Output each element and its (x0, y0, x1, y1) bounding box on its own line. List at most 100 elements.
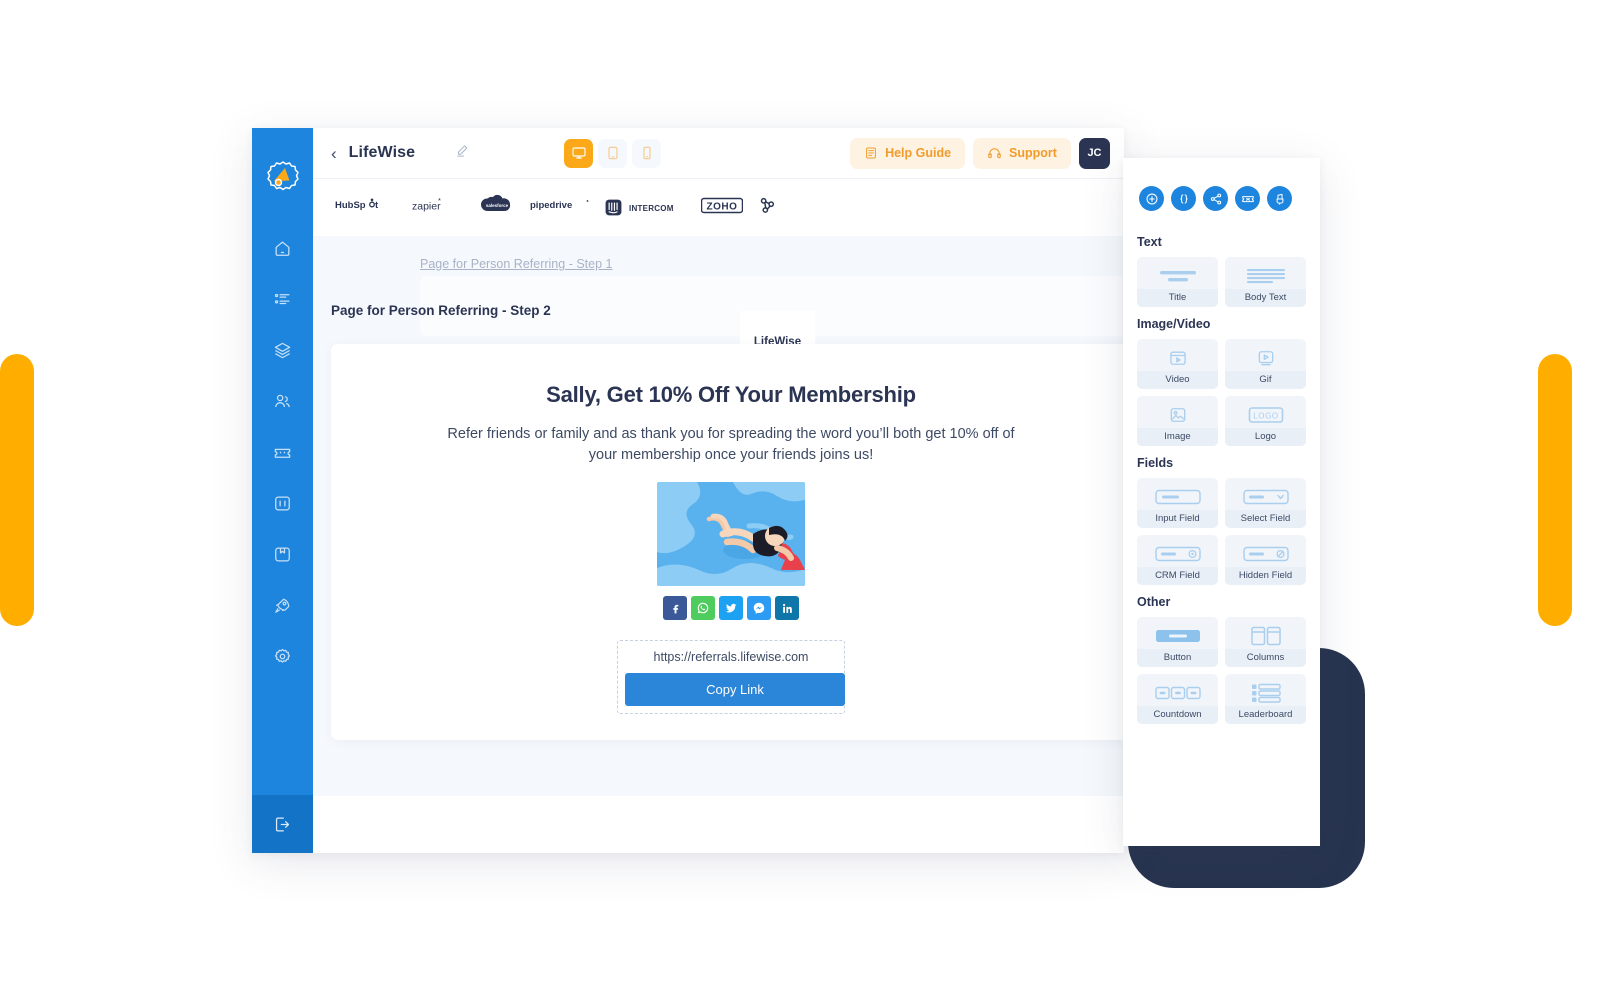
book-icon (866, 147, 876, 159)
integration-pipedrive[interactable]: pipedrive (530, 197, 590, 218)
gif-glyph-icon (1256, 347, 1276, 369)
component-button[interactable]: Button (1137, 617, 1218, 667)
sidebar-item-analytics[interactable] (261, 481, 305, 525)
device-mobile-button[interactable] (632, 138, 662, 168)
sidebar-item-settings[interactable] (261, 634, 305, 678)
component-hidden-field-label: Hidden Field (1225, 567, 1306, 585)
component-gif-label: Gif (1225, 371, 1306, 389)
share-linkedin-button[interactable] (775, 596, 799, 621)
intercom-logo-icon (605, 199, 622, 216)
integration-hubspot[interactable]: HubSp t (335, 196, 398, 219)
component-body-text[interactable]: Body Text (1225, 257, 1306, 307)
component-hidden-field[interactable]: Hidden Field (1225, 535, 1306, 585)
section-title-other: Other (1137, 595, 1171, 609)
device-tablet-button[interactable] (598, 138, 628, 168)
zapier-logo-icon: zapier * (412, 196, 441, 213)
component-title[interactable]: Title (1137, 257, 1218, 307)
coupon-icon (1241, 195, 1254, 202)
app-window: ‹ LifeWise Help Guide Support JC HubSp t… (252, 128, 1124, 853)
component-input-field-label: Input Field (1137, 510, 1218, 528)
section-title-text: Text (1137, 235, 1162, 249)
offer-body: Refer friends or family and as thank you… (447, 426, 1015, 464)
avatar[interactable]: JC (1078, 137, 1110, 169)
component-countdown[interactable]: Countdown (1137, 674, 1218, 724)
device-desktop-button[interactable] (564, 138, 594, 168)
sidebar-item-assets[interactable] (261, 532, 305, 576)
twitter-icon (725, 603, 737, 613)
panel-toolbar (1137, 158, 1306, 229)
sidebar-item-logout[interactable] (252, 795, 313, 853)
video-glyph-icon (1168, 347, 1188, 369)
component-image-label: Image (1137, 428, 1218, 446)
referral-url[interactable]: https://referrals.lifewise.com (625, 650, 837, 664)
decorative-orange-bar-left (0, 354, 34, 626)
step-1-link[interactable]: Page for Person Referring - Step 1 (420, 257, 612, 271)
brush-button[interactable] (1267, 186, 1292, 211)
section-title-fields: Fields (1137, 456, 1174, 470)
svg-text:*: * (438, 196, 441, 205)
share-whatsapp-button[interactable] (691, 596, 715, 621)
hubspot-logo-icon: HubSp t (335, 198, 379, 211)
integration-zapier[interactable]: zapier * (412, 195, 464, 220)
section-items-fields: Input Field Select Field CRM Field Hidde… (1137, 478, 1306, 585)
copy-link-button[interactable]: Copy Link (625, 673, 845, 707)
title-glyph-icon (1154, 265, 1202, 287)
support-button[interactable]: Support (973, 137, 1071, 169)
paint-brush-icon (1276, 193, 1283, 205)
component-logo-label: Logo (1225, 428, 1306, 446)
custom-code-button[interactable] (1171, 186, 1196, 211)
header-actions: Help Guide Support JC (850, 137, 1110, 169)
share-twitter-button[interactable] (719, 596, 743, 621)
component-video-label: Video (1137, 371, 1218, 389)
megaphone-logo-icon (266, 161, 299, 191)
component-crm-field[interactable]: CRM Field (1137, 535, 1218, 585)
plus-circle-icon (1146, 193, 1157, 204)
component-crm-field-label: CRM Field (1137, 567, 1218, 585)
component-leaderboard[interactable]: Leaderboard (1225, 674, 1306, 724)
chart-bar-icon (275, 496, 290, 510)
zoho-logo-icon: ZOHO (700, 197, 744, 213)
logo-glyph-icon: LOGO (1248, 404, 1284, 426)
component-columns[interactable]: Columns (1225, 617, 1306, 667)
component-gif[interactable]: Gif (1225, 339, 1306, 389)
back-button[interactable]: ‹ (331, 145, 337, 162)
hero-image (657, 482, 805, 587)
integration-intercom[interactable]: INTERCOM (604, 198, 687, 217)
component-select-field[interactable]: Select Field (1225, 478, 1306, 528)
body-text-glyph-icon (1242, 265, 1290, 287)
app-logo[interactable] (261, 154, 305, 198)
input-field-glyph-icon (1154, 486, 1201, 508)
add-element-button[interactable] (1139, 186, 1164, 211)
integration-salesforce[interactable]: salesforce (478, 193, 516, 223)
sidebar (252, 128, 313, 853)
section-items-other: Button Columns Countdown Leaderboard (1137, 617, 1306, 724)
component-image[interactable]: Image (1137, 396, 1218, 446)
edit-title-button[interactable] (455, 143, 470, 163)
component-input-field[interactable]: Input Field (1137, 478, 1218, 528)
share-button[interactable] (1203, 186, 1228, 211)
code-braces-icon (1179, 193, 1188, 204)
share-facebook-button[interactable] (663, 596, 687, 621)
sidebar-item-campaigns[interactable] (261, 277, 305, 321)
sidebar-item-rewards[interactable] (261, 430, 305, 474)
headset-icon (988, 147, 1001, 158)
component-columns-label: Columns (1225, 649, 1306, 667)
button-glyph-icon (1155, 625, 1201, 647)
coupon-button[interactable] (1235, 186, 1260, 211)
sidebar-item-launch[interactable] (261, 583, 305, 627)
share-messenger-button[interactable] (747, 596, 771, 621)
svg-text:ZOHO: ZOHO (707, 201, 738, 212)
integration-webhook[interactable] (757, 195, 777, 220)
component-video[interactable]: Video (1137, 339, 1218, 389)
sidebar-item-participants[interactable] (261, 379, 305, 423)
component-logo[interactable]: LOGO Logo (1225, 396, 1306, 446)
sidebar-item-home[interactable] (261, 226, 305, 270)
share-icon (1210, 193, 1221, 204)
decorative-orange-bar-right (1538, 354, 1572, 626)
sidebar-item-layers[interactable] (261, 328, 305, 372)
pipedrive-logo-icon: pipedrive (530, 200, 589, 211)
box-icon (275, 547, 290, 561)
home-icon (275, 241, 290, 256)
integration-zoho[interactable]: ZOHO (700, 195, 744, 221)
help-guide-button[interactable]: Help Guide (850, 137, 966, 169)
